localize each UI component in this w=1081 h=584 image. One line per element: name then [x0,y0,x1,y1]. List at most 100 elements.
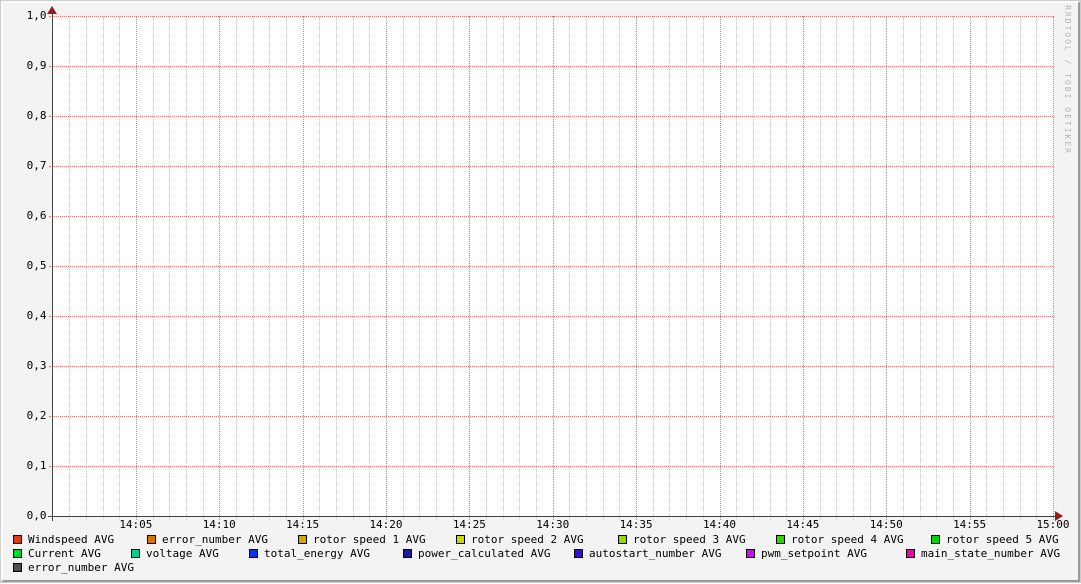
gridline-minor-vertical [369,16,370,520]
gridline-minor-vertical [686,16,687,520]
rrdtool-graph-image: 1,00,90,80,70,60,50,40,30,20,10,0 14:051… [0,0,1081,583]
legend-label: Current AVG [28,547,101,560]
legend-label: rotor speed 3 AVG [633,533,746,546]
gridline-minor-vertical [186,16,187,520]
gridline-minor-vertical [403,16,404,520]
gridline-major-horizontal [49,416,1054,417]
legend-item: Windspeed AVG [13,533,114,546]
legend-swatch [13,535,22,544]
gridline-major-vertical [553,16,554,520]
y-tick-label: 0,2 [15,410,47,422]
graph-frame: 1,00,90,80,70,60,50,40,30,20,10,0 14:051… [1,1,1080,582]
gridline-minor-vertical [603,16,604,520]
gridline-minor-vertical [353,16,354,520]
legend-label: error_number AVG [162,533,268,546]
legend-item: power_calculated AVG [403,547,550,560]
y-axis-line [52,13,53,521]
legend-swatch [249,549,258,558]
legend-item: Current AVG [13,547,101,560]
legend-swatch [456,535,465,544]
legend-item: rotor speed 3 AVG [618,533,746,546]
gridline-minor-vertical [903,16,904,520]
legend-item: rotor speed 1 AVG [298,533,426,546]
graph-stage: 1,00,90,80,70,60,50,40,30,20,10,0 14:051… [1,1,1081,584]
x-tick-label: 15:00 [1033,519,1073,531]
legend-label: error_number AVG [28,561,134,574]
x-tick-label: 14:45 [783,519,823,531]
x-tick-label: 14:50 [866,519,906,531]
gridline-minor-vertical [436,16,437,520]
legend-label: rotor speed 1 AVG [313,533,426,546]
gridline-minor-vertical [119,16,120,520]
legend-swatch [131,549,140,558]
legend-item: error_number AVG [13,561,134,574]
x-tick-label: 14:15 [283,519,323,531]
gridline-minor-vertical [319,16,320,520]
gridline-minor-vertical [169,16,170,520]
gridline-minor-vertical [669,16,670,520]
legend-label: rotor speed 5 AVG [946,533,1059,546]
legend-item: rotor speed 2 AVG [456,533,584,546]
gridline-minor-vertical [153,16,154,520]
legend-item: error_number AVG [147,533,268,546]
gridline-minor-vertical [503,16,504,520]
gridline-minor-vertical [653,16,654,520]
gridline-minor-vertical [920,16,921,520]
gridline-minor-vertical [619,16,620,520]
gridline-minor-vertical [736,16,737,520]
x-tick-label: 14:25 [449,519,489,531]
gridline-minor-vertical [953,16,954,520]
gridline-major-vertical [469,16,470,520]
gridline-minor-vertical [286,16,287,520]
y-tick-label: 0,4 [15,310,47,322]
gridline-minor-vertical [69,16,70,520]
gridline-minor-vertical [770,16,771,520]
gridline-minor-vertical [703,16,704,520]
y-axis-arrow-icon [47,6,57,14]
gridline-major-vertical [970,16,971,520]
gridline-major-horizontal [49,216,1054,217]
legend-swatch [403,549,412,558]
gridline-major-horizontal [49,66,1054,67]
legend-label: voltage AVG [146,547,219,560]
gridline-minor-vertical [586,16,587,520]
legend-item: rotor speed 4 AVG [776,533,904,546]
legend-item: voltage AVG [131,547,219,560]
legend-swatch [931,535,940,544]
x-tick-label: 14:30 [533,519,573,531]
gridline-minor-vertical [253,16,254,520]
gridline-minor-vertical [870,16,871,520]
gridline-minor-vertical [536,16,537,520]
gridline-major-vertical [136,16,137,520]
gridline-minor-vertical [753,16,754,520]
x-tick-label: 14:05 [116,519,156,531]
gridline-major-horizontal [49,166,1054,167]
legend-swatch [746,549,755,558]
legend-swatch [906,549,915,558]
gridline-major-vertical [720,16,721,520]
y-tick-label: 0,1 [15,460,47,472]
legend-label: rotor speed 2 AVG [471,533,584,546]
gridline-minor-vertical [269,16,270,520]
legend-item: main_state_number AVG [906,547,1060,560]
legend-label: main_state_number AVG [921,547,1060,560]
gridline-minor-vertical [836,16,837,520]
y-tick-label: 0,7 [15,160,47,172]
gridline-major-vertical [636,16,637,520]
y-tick-label: 0,0 [15,510,47,522]
legend-item: pwm_setpoint AVG [746,547,867,560]
gridline-major-horizontal [49,116,1054,117]
watermark: RRDTOOL / TOBI OETIKER [1063,5,1072,155]
legend-swatch [776,535,785,544]
gridline-major-vertical [219,16,220,520]
gridline-major-vertical [386,16,387,520]
x-tick-label: 14:10 [199,519,239,531]
legend-item: rotor speed 5 AVG [931,533,1059,546]
legend-swatch [618,535,627,544]
gridline-major-vertical [803,16,804,520]
gridline-minor-vertical [419,16,420,520]
legend-swatch [574,549,583,558]
x-tick-label: 14:35 [616,519,656,531]
gridline-minor-vertical [986,16,987,520]
x-tick-label: 14:40 [700,519,740,531]
